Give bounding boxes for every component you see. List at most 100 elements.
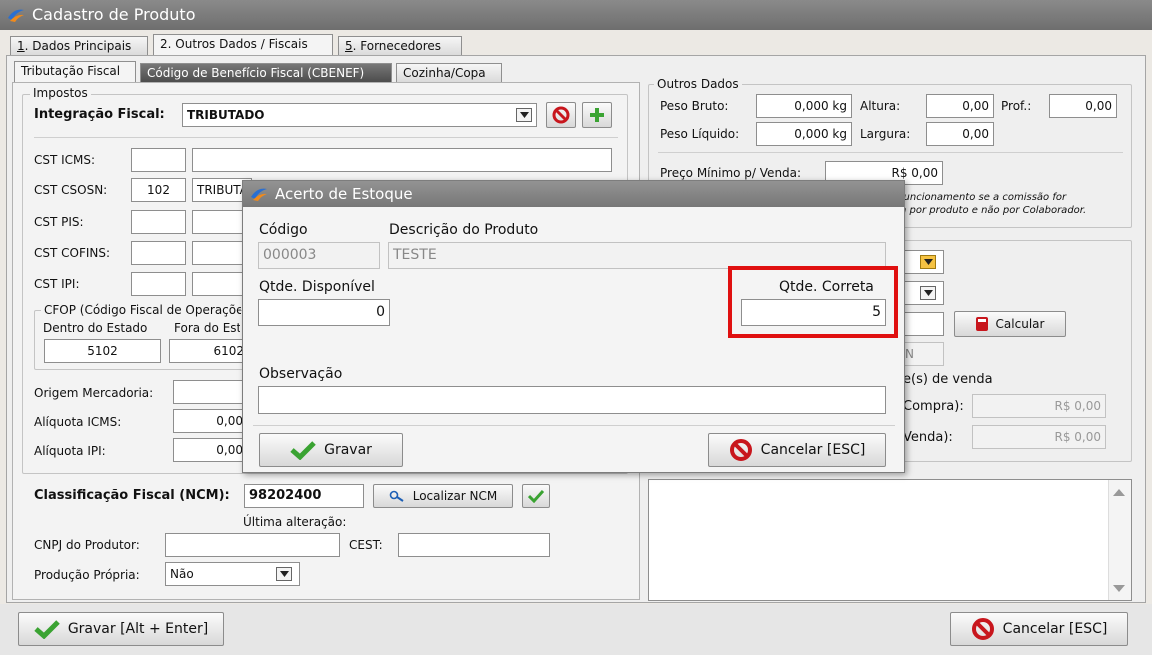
localizar-ncm-button[interactable]: Localizar NCM (373, 484, 513, 508)
search-icon (389, 490, 404, 502)
tab-outros-dados-fiscais[interactable]: 2. Outros Dados / Fiscais (153, 34, 333, 56)
tab-shortcut: 1 (17, 39, 25, 53)
preco-minimo-label: Preço Mínimo p/ Venda: (660, 166, 802, 180)
subtab-label: Código de Benefício Fiscal (CBENEF) (147, 66, 365, 80)
aliquota-ipi-input[interactable]: 0,00 (173, 438, 248, 462)
textarea-scrollbar[interactable] (1108, 480, 1131, 600)
chevron-down-icon (519, 112, 529, 118)
footer-gravar-label: Gravar [Alt + Enter] (67, 621, 209, 637)
subtab-cozinha-copa[interactable]: Cozinha/Copa (396, 63, 502, 83)
preco-minimo-value: R$ 0,00 (891, 166, 938, 180)
observacao-input[interactable] (258, 386, 886, 414)
prohibited-icon (552, 106, 570, 124)
cst-pis-label: CST PIS: (34, 215, 84, 229)
qtde-disponivel-value: 0 (376, 304, 385, 320)
altura-input[interactable]: 0,00 (926, 94, 994, 118)
cst-pis-code-input[interactable] (131, 210, 186, 234)
tab-dados-principais[interactable]: 1. Dados Principais (10, 36, 148, 56)
scroll-up-icon[interactable] (1113, 488, 1125, 496)
cst-pis-desc-input[interactable] (192, 210, 247, 234)
peso-bruto-input[interactable]: 0,000 kg (756, 94, 852, 118)
producao-dropdown-button[interactable] (276, 567, 292, 581)
subtab-tributacao-fiscal[interactable]: Tributação Fiscal (14, 61, 136, 83)
tab-fornecedores[interactable]: 5. Fornecedores (338, 36, 462, 56)
cfop-fora-label: Fora do Estado (174, 321, 240, 335)
outros-divider (658, 152, 1123, 153)
codigo-value: 000003 (263, 247, 317, 263)
subtab-cbenef[interactable]: Código de Benefício Fiscal (CBENEF) (140, 63, 392, 83)
footer-cancelar-button[interactable]: Cancelar [ESC] (950, 612, 1128, 646)
prof-input[interactable]: 0,00 (1049, 94, 1117, 118)
cfop-dentro-input[interactable]: 5102 (44, 339, 161, 363)
aliquota-icms-label: Alíquota ICMS: (34, 415, 122, 429)
cst-csosn-label: CST CSOSN: (34, 183, 108, 197)
preco-dropdown-1-button[interactable] (920, 255, 936, 269)
peso-liquido-input[interactable]: 0,000 kg (756, 122, 852, 146)
cfop-group-label: CFOP (Código Fiscal de Operações) (41, 303, 241, 317)
scroll-down-icon[interactable] (1113, 585, 1125, 593)
integracao-dropdown-button[interactable] (516, 108, 532, 122)
dialog-gravar-label: Gravar (324, 442, 372, 458)
integracao-fiscal-select[interactable]: TRIBUTADO (182, 103, 537, 127)
impostos-divider (34, 137, 618, 138)
checkmark-icon (528, 489, 544, 503)
tab-label: . Fornecedores (352, 39, 442, 53)
confirm-ncm-button[interactable] (522, 484, 550, 508)
ncm-input[interactable]: 98202400 (244, 484, 364, 508)
largura-input[interactable]: 0,00 (926, 122, 994, 146)
largura-value: 0,00 (962, 127, 989, 141)
cst-ipi-label: CST IPI: (34, 277, 80, 291)
descricao-input: TESTE (388, 242, 886, 269)
largura-label: Largura: (860, 127, 911, 141)
add-integracao-button[interactable] (582, 102, 612, 128)
plus-icon (590, 108, 604, 122)
cest-input[interactable] (398, 533, 550, 557)
outros-dados-label: Outros Dados (654, 77, 742, 91)
compra-input[interactable]: R$ 0,00 (972, 394, 1106, 418)
cfop-fora-input[interactable]: 6102 (169, 339, 249, 363)
cfop-fora-value: 6102 (213, 344, 244, 358)
prohibited-icon (729, 439, 752, 461)
tab-label: . Dados Principais (24, 39, 132, 53)
cst-csosn-code-input[interactable]: 102 (131, 178, 186, 202)
ncm-label: Classificação Fiscal (NCM): (34, 488, 230, 503)
prohibited-icon (971, 618, 994, 640)
compra-label: Compra): (903, 399, 964, 414)
app-logo-icon (8, 9, 24, 22)
footer-gravar-button[interactable]: Gravar [Alt + Enter] (18, 612, 224, 646)
subtab-label: Cozinha/Copa (403, 66, 486, 80)
comissao-note-line2: n por produto e não por Colaborador. (900, 205, 1087, 216)
qtde-disponivel-input[interactable]: 0 (258, 299, 390, 326)
ultima-alteracao-label: Última alteração: (243, 515, 347, 529)
cst-icms-code-input[interactable] (131, 148, 186, 172)
cnpj-produtor-input[interactable] (165, 533, 340, 557)
cst-icms-desc-input[interactable] (192, 148, 612, 172)
dialog-cancelar-button[interactable]: Cancelar [ESC] (708, 433, 886, 467)
localizar-ncm-label: Localizar NCM (412, 489, 498, 503)
cst-ipi-code-input[interactable] (131, 272, 186, 296)
preco-dropdown-2-button[interactable] (920, 286, 936, 300)
origem-mercadoria-select[interactable] (173, 380, 248, 404)
highlight-box (728, 266, 898, 338)
checkmark-icon (290, 441, 316, 460)
tab-shortcut: 5 (345, 39, 353, 53)
venda-input[interactable]: R$ 0,00 (972, 425, 1106, 449)
descricao-label: Descrição do Produto (389, 222, 539, 238)
remove-integracao-button[interactable] (546, 102, 576, 128)
observacoes-textarea[interactable] (648, 479, 1132, 601)
window-title-bar: Cadastro de Produto (0, 0, 1152, 30)
cst-cofins-code-input[interactable] (131, 241, 186, 265)
dialog-title-bar: Acerto de Estoque (243, 181, 904, 207)
cst-ipi-desc-input[interactable] (192, 272, 247, 296)
calcular-button[interactable]: Calcular (954, 311, 1066, 337)
chevron-down-icon (923, 259, 933, 265)
aliquota-icms-input[interactable]: 0,00 (173, 409, 248, 433)
dialog-cancelar-label: Cancelar [ESC] (760, 442, 866, 458)
dialog-gravar-button[interactable]: Gravar (259, 433, 403, 467)
venda-value: R$ 0,00 (1054, 430, 1101, 444)
codigo-input: 000003 (258, 242, 380, 269)
cst-cofins-label: CST COFINS: (34, 246, 111, 260)
preco-input[interactable] (900, 312, 944, 336)
cst-cofins-desc-input[interactable] (192, 241, 247, 265)
producao-propria-value: Não (170, 567, 194, 581)
